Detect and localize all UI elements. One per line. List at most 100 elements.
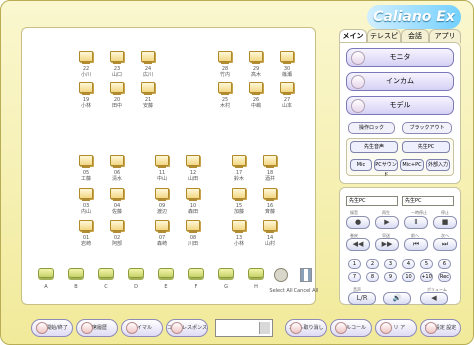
pc-sound-button[interactable]: PCサウンド xyxy=(374,159,398,178)
model-button[interactable]: モデル xyxy=(346,96,454,115)
source-select[interactable]: 先生PC xyxy=(346,196,398,206)
monitor-button[interactable]: モニタ xyxy=(346,48,454,67)
clear-icon xyxy=(380,322,392,334)
lr-button[interactable]: L/R xyxy=(348,292,376,305)
blackout-button[interactable]: ブラックアウト xyxy=(402,122,452,134)
seat-15[interactable]: 15 加藤 xyxy=(222,188,256,215)
destination-select[interactable]: 先生PC xyxy=(402,196,454,206)
seat-02[interactable]: 02 阿部 xyxy=(100,220,134,247)
teacher-pc-button[interactable]: 先生PC xyxy=(402,141,450,153)
clear-button[interactable]: ク リ ア xyxy=(375,319,417,337)
previous-button[interactable]: ⏮ xyxy=(404,238,428,251)
number-plus10[interactable]: +10 xyxy=(420,272,433,282)
seat-25[interactable]: 25 木村 xyxy=(208,82,242,109)
cancel-all-button[interactable]: Cancel All xyxy=(293,268,319,294)
seat-22[interactable]: 22 小川 xyxy=(69,51,103,78)
seat-18[interactable]: 18 酒井 xyxy=(253,155,287,182)
seat-01[interactable]: 01 岩崎 xyxy=(69,220,103,247)
intercom-button[interactable]: インカム xyxy=(346,72,454,91)
seat-13[interactable]: 13 小林 xyxy=(222,220,256,247)
pc-icon xyxy=(155,155,169,166)
class-start-end-button[interactable]: 授業開始/終了 xyxy=(31,319,73,337)
select-all-icon xyxy=(274,268,288,282)
seat-30[interactable]: 30 篠瀬 xyxy=(270,51,304,78)
cancel-icon xyxy=(290,322,302,334)
external-input-button[interactable]: 外部入力 xyxy=(426,159,450,171)
seat-09[interactable]: 09 渡辺 xyxy=(145,188,179,215)
call-response-button[interactable]: コールレスポンス xyxy=(166,319,208,337)
number-4[interactable]: 4 xyxy=(402,259,415,269)
seat-20[interactable]: 20 田中 xyxy=(100,82,134,109)
number-5[interactable]: 5 xyxy=(420,259,433,269)
seat-08[interactable]: 08 川田 xyxy=(176,220,210,247)
group-b[interactable]: B xyxy=(63,268,89,290)
group-d[interactable]: D xyxy=(123,268,149,290)
seat-26[interactable]: 26 中嶋 xyxy=(239,82,273,109)
tab-apps[interactable]: アプリ xyxy=(429,29,461,43)
seat-07[interactable]: 07 森崎 xyxy=(145,220,179,247)
volume-button[interactable]: 🔊 xyxy=(383,292,411,305)
seat-29[interactable]: 29 高木 xyxy=(239,51,273,78)
number-7[interactable]: 7 xyxy=(348,272,361,282)
number-1[interactable]: 1 xyxy=(348,259,361,269)
selection-combobox[interactable] xyxy=(215,319,273,337)
pc-icon xyxy=(249,51,263,62)
seat-04[interactable]: 04 佐藤 xyxy=(100,188,134,215)
volume-down-button[interactable]: ◀ xyxy=(420,292,448,305)
seat-19[interactable]: 19 小林 xyxy=(69,82,103,109)
call-cancel-button[interactable]: コール取り消し xyxy=(285,319,327,337)
group-f[interactable]: F xyxy=(183,268,209,290)
record-button[interactable]: ● xyxy=(346,216,370,229)
seat-10[interactable]: 10 森田 xyxy=(176,188,210,215)
seat-12[interactable]: 12 山田 xyxy=(176,155,210,182)
group-e[interactable]: E xyxy=(153,268,179,290)
number-9[interactable]: 9 xyxy=(384,272,397,282)
seat-05[interactable]: 05 工藤 xyxy=(69,155,103,182)
tab-telesupport[interactable]: テレスピナ xyxy=(367,29,401,52)
group-h[interactable]: H xyxy=(243,268,269,290)
simul-button[interactable]: サイマル xyxy=(121,319,163,337)
stop-button[interactable]: ■ xyxy=(433,216,457,229)
bottom-toolbar: 授業開始/終了 出席履歴 サイマル コールレスポンス コール取り消し オールコー… xyxy=(31,319,461,337)
fast-forward-button[interactable]: ▶▶ xyxy=(375,238,399,251)
seat-16[interactable]: 16 斉藤 xyxy=(253,188,287,215)
seat-27[interactable]: 27 山本 xyxy=(270,82,304,109)
number-8[interactable]: 8 xyxy=(366,272,379,282)
pc-icon xyxy=(110,155,124,166)
attendance-button[interactable]: 出席履歴 xyxy=(76,319,118,337)
seat-23[interactable]: 23 山口 xyxy=(100,51,134,78)
number-6[interactable]: 6 xyxy=(438,259,451,269)
group-c[interactable]: C xyxy=(93,268,119,290)
operation-lock-button[interactable]: 操作ロック xyxy=(348,122,395,134)
tab-main[interactable]: メイン xyxy=(339,29,367,43)
all-call-button[interactable]: オールコール xyxy=(330,319,372,337)
number-10[interactable]: 10 xyxy=(402,272,415,282)
next-button[interactable]: ⏭ xyxy=(433,238,457,251)
seat-21[interactable]: 21 安藤 xyxy=(131,82,165,109)
group-a[interactable]: A xyxy=(33,268,59,290)
tab-conversation[interactable]: 会話 xyxy=(401,29,429,43)
mic-button[interactable]: Mic xyxy=(350,159,372,171)
pause-button[interactable]: Ⅱ xyxy=(404,216,428,229)
seat-11[interactable]: 11 中山 xyxy=(145,155,179,182)
pc-icon xyxy=(110,188,124,199)
seat-03[interactable]: 03 内山 xyxy=(69,188,103,215)
teacher-audio-button[interactable]: 先生音声 xyxy=(350,141,398,153)
seat-17[interactable]: 17 鈴木 xyxy=(222,155,256,182)
mic-pc-button[interactable]: Mic+PC xyxy=(400,159,424,171)
group-g[interactable]: G xyxy=(213,268,239,290)
number-3[interactable]: 3 xyxy=(384,259,397,269)
seat-14[interactable]: 14 山村 xyxy=(253,220,287,247)
number-2[interactable]: 2 xyxy=(366,259,379,269)
seat-28[interactable]: 28 竹内 xyxy=(208,51,242,78)
practice-settings-button[interactable]: 実習設定 設定 xyxy=(420,319,461,337)
seat-24[interactable]: 24 広川 xyxy=(131,51,165,78)
rewind-button[interactable]: ◀◀ xyxy=(346,238,370,251)
pc-icon xyxy=(110,51,124,62)
play-button[interactable]: ▶ xyxy=(375,216,399,229)
pc-icon xyxy=(263,155,277,166)
pc-icon xyxy=(232,220,246,231)
select-all-button[interactable]: Select All xyxy=(268,268,294,294)
seat-06[interactable]: 06 清水 xyxy=(100,155,134,182)
record-label-button[interactable]: Rec xyxy=(438,272,451,282)
